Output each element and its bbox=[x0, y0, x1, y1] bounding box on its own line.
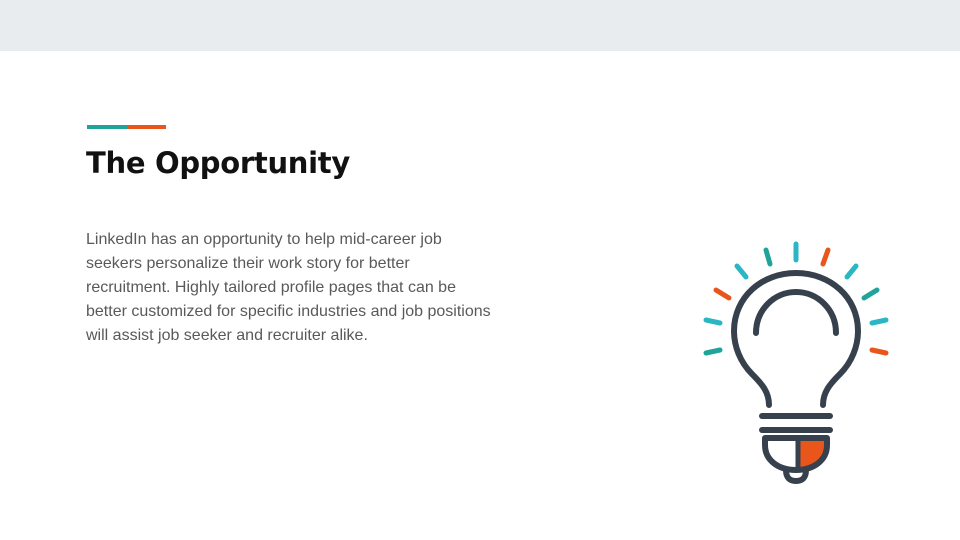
ray-right-1 bbox=[861, 287, 880, 301]
bulb-reflection bbox=[753, 288, 839, 336]
ray-top-right-2 bbox=[844, 263, 859, 280]
header-band bbox=[0, 0, 960, 51]
ray-left-2 bbox=[703, 317, 723, 326]
slide-title: The Opportunity bbox=[86, 146, 350, 180]
ray-top-left-2 bbox=[734, 263, 749, 280]
ray-right-2 bbox=[869, 317, 889, 326]
title-accent-bar bbox=[87, 125, 166, 129]
slide-body-text: LinkedIn has an opportunity to help mid-… bbox=[86, 231, 491, 344]
accent-teal-segment bbox=[87, 125, 127, 129]
ray-top-right-1 bbox=[820, 247, 831, 267]
accent-orange-segment bbox=[127, 125, 166, 129]
ray-left-3 bbox=[703, 347, 723, 356]
ray-right-3 bbox=[869, 347, 889, 356]
ray-top-left-1 bbox=[763, 247, 773, 267]
slide: The Opportunity LinkedIn has an opportun… bbox=[0, 0, 960, 540]
ray-left-1 bbox=[713, 287, 732, 301]
lightbulb-icon bbox=[703, 241, 889, 485]
